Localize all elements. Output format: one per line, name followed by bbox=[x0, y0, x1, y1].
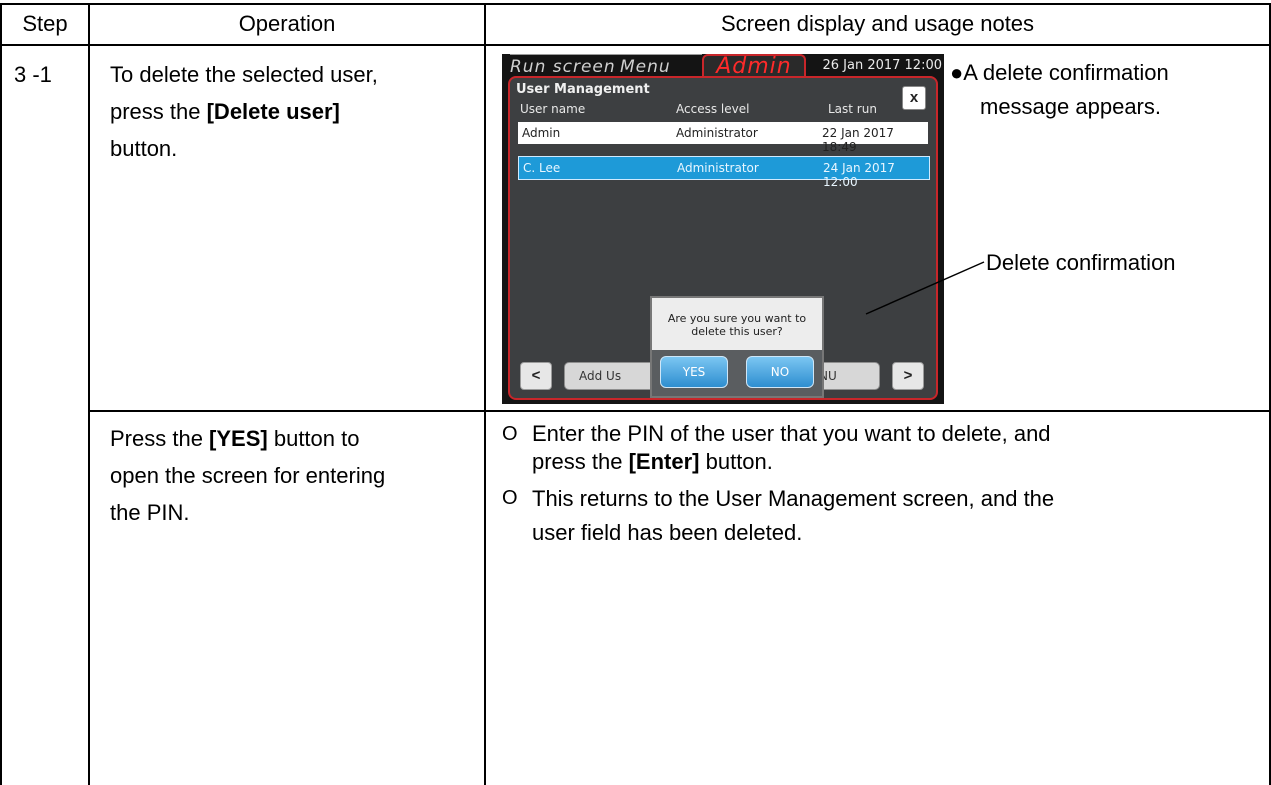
row2-note1-line1: Enter the PIN of the user that you want … bbox=[532, 421, 1051, 446]
row2-operation: Press the [YES] button to open the scree… bbox=[110, 420, 482, 531]
row2-op-line2: open the screen for entering bbox=[110, 463, 386, 488]
callout-line bbox=[865, 261, 985, 315]
callout-label: Delete confirmation bbox=[986, 250, 1176, 275]
row2-note1-line2: press the [Enter] button. bbox=[532, 448, 1247, 476]
enter-label: [Enter] bbox=[628, 449, 700, 474]
row2-op-line1-pre: Press the bbox=[110, 426, 210, 451]
row2-op-line3: the PIN. bbox=[110, 500, 190, 525]
manual-table: Step Operation Screen display and usage … bbox=[0, 0, 1271, 785]
circle-bullet-icon: O bbox=[502, 423, 518, 445]
row2-note2-text: This returns to the User Management scre… bbox=[532, 482, 1247, 550]
yes-label: [YES] bbox=[209, 426, 268, 451]
row2-note1-line2-pre: press the bbox=[532, 449, 629, 474]
row2-op-line1-post: button to bbox=[267, 426, 360, 451]
row2-note1-text: Enter the PIN of the user that you want … bbox=[532, 420, 1247, 476]
row2-note1-line2-post: button. bbox=[699, 449, 773, 474]
circle-bullet-icon: O bbox=[502, 487, 518, 509]
row2-note2-line1: This returns to the User Management scre… bbox=[532, 486, 1055, 511]
row2-note2-line2: user field has been deleted. bbox=[532, 520, 803, 545]
row2-op-line1: Press the [YES] button to bbox=[110, 420, 482, 457]
